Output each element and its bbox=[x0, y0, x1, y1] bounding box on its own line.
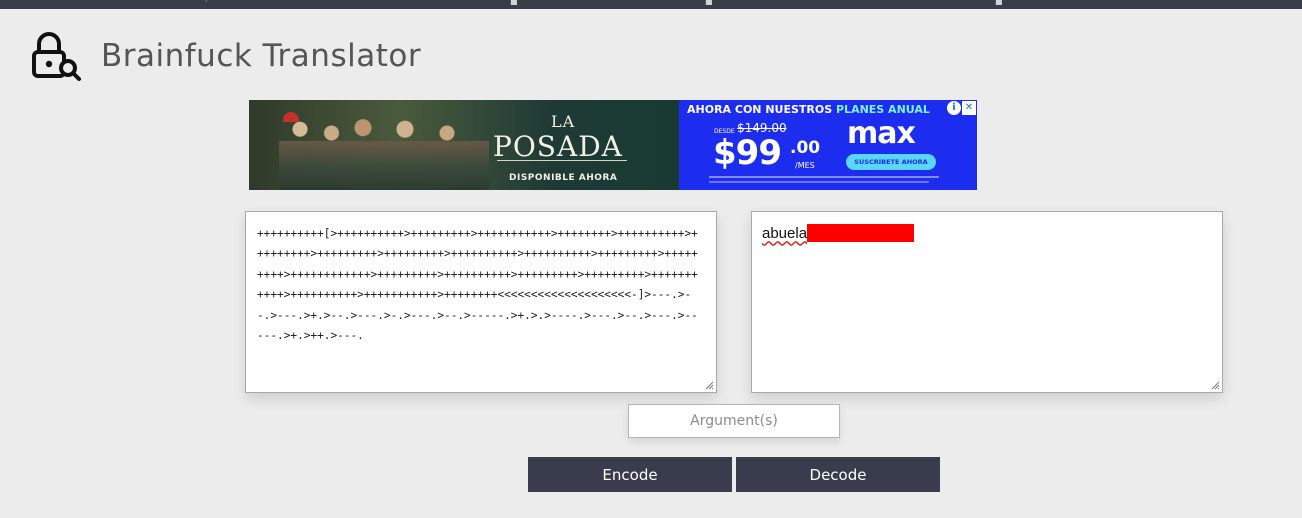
encode-button[interactable]: Encode bbox=[528, 457, 732, 492]
ad-promo-headline: AHORA CON NUESTROS PLANES ANUAL bbox=[687, 103, 930, 116]
ad-divider bbox=[497, 160, 627, 161]
page-header: Brainfuck Translator bbox=[30, 28, 421, 84]
top-nav-fragment: · bbox=[205, 0, 208, 6]
top-nav-fragment: ■ bbox=[995, 0, 1003, 6]
ad-period: /MES bbox=[795, 161, 815, 170]
ad-show-title-small: LA bbox=[551, 112, 576, 131]
ad-fine-print bbox=[709, 181, 929, 183]
ad-show-title: POSADA bbox=[493, 130, 623, 163]
ad-subscribe-button[interactable]: SUSCRÍBETE AHORA bbox=[846, 154, 936, 170]
output-content[interactable]: abuela bbox=[762, 224, 1212, 242]
ad-fine-print bbox=[709, 176, 939, 178]
redacted-block bbox=[807, 224, 915, 242]
ad-cast-image bbox=[279, 114, 489, 190]
ad-close-icon[interactable]: ✕ bbox=[962, 101, 976, 115]
resize-grip-icon[interactable] bbox=[704, 380, 714, 390]
ad-price-cents: .00 bbox=[790, 138, 821, 158]
lock-search-icon bbox=[32, 32, 81, 81]
ad-offer-panel[interactable]: AHORA CON NUESTROS PLANES ANUAL DESDE $1… bbox=[679, 100, 977, 190]
ad-availability: DISPONIBLE AHORA bbox=[509, 173, 618, 183]
text-output-textarea[interactable]: abuela bbox=[751, 211, 1223, 393]
top-nav-fragment: ■ bbox=[705, 0, 713, 6]
ad-info-icon[interactable]: i bbox=[947, 101, 961, 115]
advertisement-banner[interactable]: LA POSADA DISPONIBLE AHORA AHORA CON NUE… bbox=[249, 100, 977, 190]
brainfuck-input-textarea[interactable]: ++++++++++[>++++++++++>+++++++++>+++++++… bbox=[245, 211, 717, 393]
top-navigation-bar: · ■ ■ ■ bbox=[0, 0, 1302, 9]
ad-promo-highlight: PLANES ANUAL bbox=[836, 103, 930, 116]
decode-button[interactable]: Decode bbox=[736, 457, 940, 492]
resize-grip-icon[interactable] bbox=[1210, 380, 1220, 390]
ad-price: $99 bbox=[713, 133, 782, 173]
ad-santa-hat bbox=[283, 112, 299, 122]
page-title: Brainfuck Translator bbox=[101, 38, 422, 74]
ad-show-panel[interactable]: LA POSADA DISPONIBLE AHORA bbox=[249, 100, 679, 190]
ad-promo-prefix: AHORA CON NUESTROS bbox=[687, 103, 836, 116]
output-visible-text: abuela bbox=[762, 224, 808, 242]
top-nav-fragment: ■ bbox=[510, 0, 518, 6]
brainfuck-code[interactable]: ++++++++++[>++++++++++>+++++++++>+++++++… bbox=[257, 224, 704, 346]
ad-brand-logo: max bbox=[847, 116, 916, 151]
arguments-input[interactable] bbox=[628, 404, 840, 438]
